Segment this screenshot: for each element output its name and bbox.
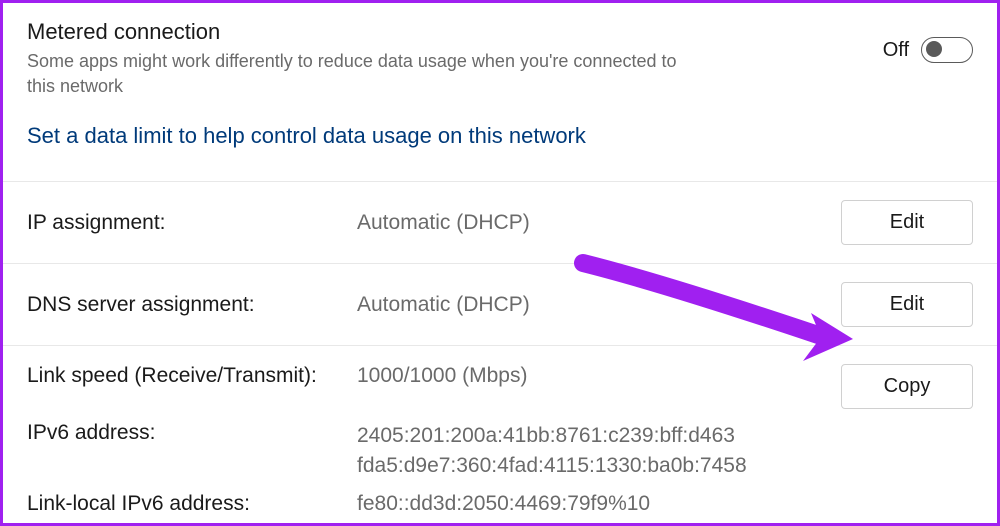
dns-assignment-row: DNS server assignment: Automatic (DHCP) … [3,263,997,345]
toggle-state-label: Off [883,39,909,62]
link-speed-label: Link speed (Receive/Transmit): [27,364,357,388]
copy-button[interactable]: Copy [841,364,973,409]
data-limit-link[interactable]: Set a data limit to help control data us… [27,123,586,149]
metered-title: Metered connection [27,19,843,45]
link-local-ipv6-row: Link-local IPv6 address: fe80::dd3d:2050… [3,486,997,522]
link-local-ipv6-label: Link-local IPv6 address: [27,492,357,516]
ip-edit-button[interactable]: Edit [841,200,973,245]
dns-edit-button[interactable]: Edit [841,282,973,327]
network-details-section: Link speed (Receive/Transmit): 1000/1000… [3,345,997,415]
dns-assignment-value: Automatic (DHCP) [357,293,841,317]
dns-assignment-label: DNS server assignment: [27,293,357,317]
ip-assignment-row: IP assignment: Automatic (DHCP) Edit [3,181,997,263]
ipv6-label: IPv6 address: [27,421,357,445]
metered-description: Some apps might work differently to redu… [27,49,707,99]
metered-connection-section: Metered connection Some apps might work … [27,19,973,99]
toggle-knob [926,41,942,57]
ipv6-address-row: IPv6 address: 2405:201:200a:41bb:8761:c2… [3,415,997,486]
link-speed-value: 1000/1000 (Mbps) [357,364,841,388]
ip-assignment-value: Automatic (DHCP) [357,211,841,235]
ip-assignment-label: IP assignment: [27,211,357,235]
ipv6-value: 2405:201:200a:41bb:8761:c239:bff:d463 fd… [357,421,747,480]
link-local-ipv6-value: fe80::dd3d:2050:4469:79f9%10 [357,492,973,516]
metered-toggle[interactable] [921,37,973,63]
